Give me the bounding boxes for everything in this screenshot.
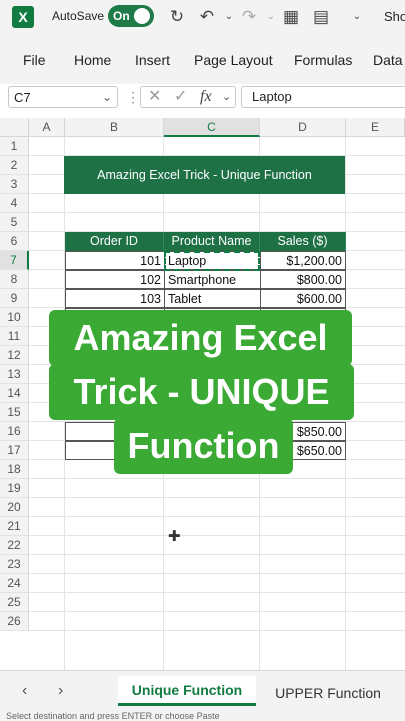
title-text: Sho	[384, 9, 405, 24]
gridline	[29, 611, 405, 612]
redo-dropdown-icon[interactable]: ⌄	[260, 6, 282, 28]
cancel-icon[interactable]: ✕	[148, 86, 161, 108]
tab-formulas[interactable]: Formulas	[294, 52, 352, 68]
gridline	[29, 478, 405, 479]
column-header-b[interactable]: B	[65, 118, 164, 137]
chevron-left-icon[interactable]: ‹	[22, 682, 27, 700]
chevron-right-icon[interactable]: ›	[58, 682, 63, 700]
tab-data[interactable]: Data	[373, 52, 403, 68]
toggle-knob	[134, 8, 150, 24]
autosave-state: On	[113, 9, 130, 23]
gridline	[29, 535, 405, 536]
row-header[interactable]: 18	[0, 460, 29, 479]
column-header-e[interactable]: E	[346, 118, 405, 137]
status-text: Select destination and press ENTER or ch…	[0, 712, 405, 720]
cell-product[interactable]: Smartphone	[164, 270, 261, 289]
row-header[interactable]: 24	[0, 574, 29, 593]
undo-dropdown-icon[interactable]: ⌄	[218, 6, 240, 28]
column-header-d[interactable]: D	[260, 118, 346, 137]
save-sync-icon[interactable]: ↻	[166, 6, 188, 28]
cell-order-id[interactable]: 101	[65, 251, 165, 270]
overlay-line-1: Amazing Excel	[49, 310, 352, 366]
check-icon[interactable]: ✓	[174, 86, 187, 108]
gridline	[29, 497, 405, 498]
gridline	[29, 573, 405, 574]
row-header[interactable]: 9	[0, 289, 29, 308]
autosave-label: AutoSave	[52, 9, 105, 23]
row-header[interactable]: 13	[0, 365, 29, 384]
cell-sales[interactable]: $600.00	[260, 289, 346, 308]
undo-icon[interactable]: ↶	[196, 6, 218, 28]
tab-insert[interactable]: Insert	[135, 52, 170, 68]
gridline	[29, 592, 405, 593]
excel-logo-icon: X	[12, 6, 34, 28]
tab-file[interactable]: File	[23, 52, 46, 68]
row-header[interactable]: 11	[0, 327, 29, 346]
row-header[interactable]: 23	[0, 555, 29, 574]
tab-page-layout[interactable]: Page Layout	[194, 52, 273, 68]
header-order-id[interactable]: Order ID	[65, 232, 164, 251]
column-header-a[interactable]: A	[29, 118, 65, 137]
row-header[interactable]: 21	[0, 517, 29, 536]
active-cell-marquee	[164, 251, 260, 271]
gridline	[29, 516, 405, 517]
tab-home[interactable]: Home	[74, 52, 111, 68]
more-icon: ⋮	[126, 89, 140, 105]
row-header[interactable]: 8	[0, 270, 29, 289]
chevron-down-icon[interactable]: ⌄	[102, 86, 112, 108]
sheet-title-banner[interactable]: Amazing Excel Trick - Unique Function	[64, 156, 345, 194]
header-product-name[interactable]: Product Name	[164, 232, 260, 251]
row-header[interactable]: 15	[0, 403, 29, 422]
column-header-c[interactable]: C	[164, 118, 260, 137]
fx-dropdown-icon[interactable]: ⌄	[222, 86, 231, 108]
cell-sales[interactable]: $1,200.00	[260, 251, 346, 270]
row-header[interactable]: 26	[0, 612, 29, 631]
sheet-tab-unique-function[interactable]: Unique Function	[118, 676, 256, 706]
row-header[interactable]: 5	[0, 213, 29, 232]
row-header[interactable]: 2	[0, 156, 29, 175]
cell-product[interactable]: Tablet	[164, 289, 261, 308]
insert-function-icon[interactable]: fx	[200, 86, 212, 108]
overlay-line-3: Function	[114, 418, 293, 474]
row-header[interactable]: 16	[0, 422, 29, 441]
gridline	[29, 554, 405, 555]
header-sales[interactable]: Sales ($)	[260, 232, 346, 251]
row-header[interactable]: 1	[0, 137, 29, 156]
row-header[interactable]: 25	[0, 593, 29, 612]
table-grid-icon[interactable]: ▦	[280, 6, 302, 28]
cell-order-id[interactable]: 102	[65, 270, 165, 289]
gridline	[29, 630, 405, 631]
gridline	[29, 212, 405, 213]
row-header[interactable]: 7	[0, 251, 29, 270]
redo-icon[interactable]: ↷	[238, 6, 260, 28]
select-all-corner[interactable]	[0, 118, 29, 137]
row-header[interactable]: 12	[0, 346, 29, 365]
row-header[interactable]: 22	[0, 536, 29, 555]
row-header[interactable]: 20	[0, 498, 29, 517]
form-icon[interactable]: ▤	[310, 6, 332, 28]
row-header[interactable]: 3	[0, 175, 29, 194]
overlay-line-2: Trick - UNIQUE	[49, 364, 354, 420]
row-header[interactable]: 4	[0, 194, 29, 213]
formula-input[interactable]: Laptop	[241, 86, 405, 108]
sheet-tab-upper-function[interactable]: UPPER Function	[266, 676, 390, 706]
customize-toolbar-icon[interactable]: ⌄	[346, 6, 368, 28]
row-header[interactable]: 10	[0, 308, 29, 327]
row-header[interactable]: 14	[0, 384, 29, 403]
cursor-cross-icon: ✚	[168, 528, 181, 545]
row-header[interactable]: 6	[0, 232, 29, 251]
cell-order-id[interactable]: 103	[65, 289, 165, 308]
row-header[interactable]: 17	[0, 441, 29, 460]
cell-sales[interactable]: $800.00	[260, 270, 346, 289]
row-header[interactable]: 19	[0, 479, 29, 498]
